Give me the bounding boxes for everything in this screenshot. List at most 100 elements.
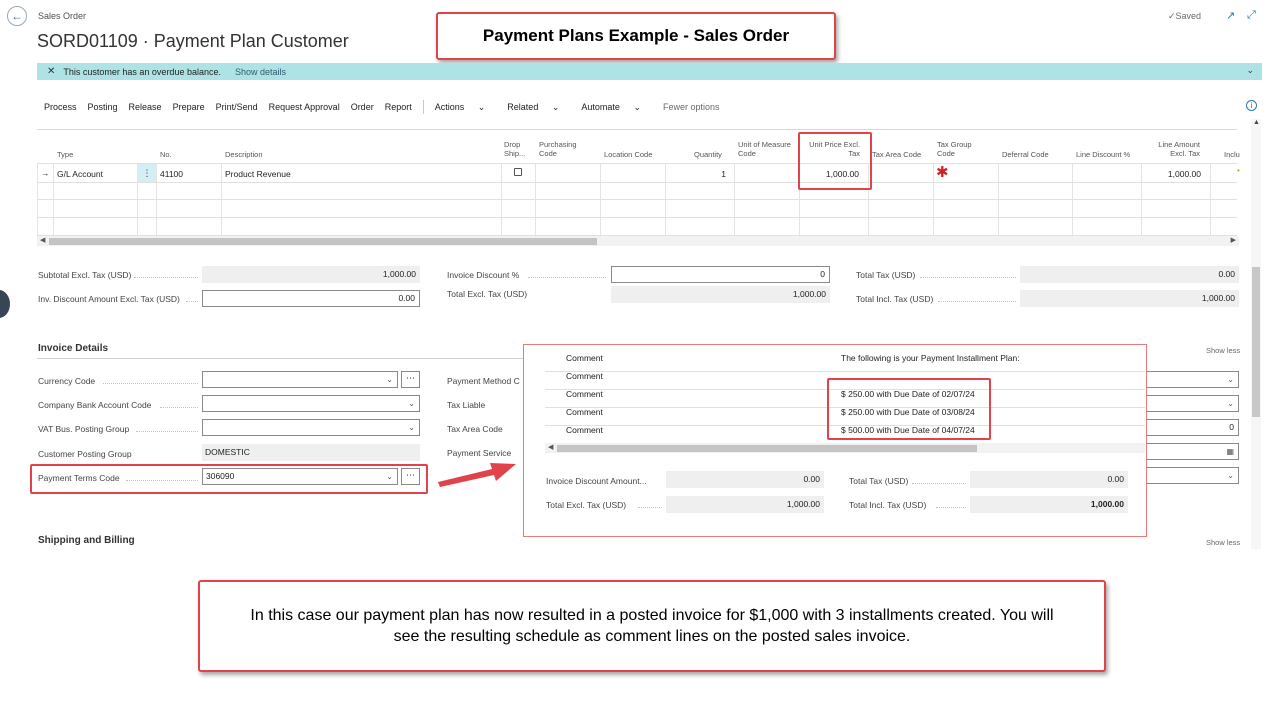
action-actions-menu[interactable]: Actions ⌄	[435, 102, 497, 113]
col-header-purchasing-code[interactable]: Purchasing Code	[539, 140, 589, 158]
action-related-menu[interactable]: Related ⌄	[507, 102, 570, 113]
vat-bus-posting-select[interactable]: ⌄	[202, 419, 420, 436]
col-header-line-amount[interactable]: Line Amount Excl. Tax	[1145, 140, 1200, 158]
currency-code-select[interactable]: ⌄	[202, 371, 398, 388]
sales-order-page: ← Sales Order SORD01109 · Payment Plan C…	[0, 0, 1280, 720]
breadcrumb[interactable]: Sales Order	[38, 11, 86, 21]
col-header-tax-group[interactable]: Tax Group Code	[937, 140, 982, 158]
col-header-description[interactable]: Description	[225, 150, 263, 159]
invoice-discount-pct-input[interactable]: 0	[611, 266, 830, 283]
line-quantity[interactable]: 1	[670, 169, 726, 179]
invoice-details-show-less[interactable]: Show less	[1206, 346, 1240, 355]
line-amount[interactable]: 1,000.00	[1145, 169, 1201, 179]
scroll-left-icon[interactable]: ◀	[40, 236, 45, 244]
scrollbar-thumb[interactable]	[557, 445, 977, 452]
scroll-left-icon[interactable]: ◀	[548, 443, 553, 451]
total-tax-value: 0.00	[1020, 266, 1239, 283]
currency-code-label: Currency Code	[38, 376, 96, 386]
checkmark-icon: ✓	[1168, 11, 1176, 21]
overlay-total-excl-value: 1,000.00	[666, 496, 824, 513]
row-selected-arrow-icon: →	[41, 168, 50, 178]
scroll-right-icon[interactable]: ▶	[1231, 236, 1236, 244]
calendar-icon[interactable]: ▦	[1226, 444, 1234, 459]
payment-service-select[interactable]: ⌄	[1140, 467, 1239, 484]
line-no[interactable]: 41100	[160, 169, 183, 179]
close-icon[interactable]: ✕	[47, 66, 55, 77]
col-header-incl[interactable]: Inclu	[1224, 150, 1240, 159]
col-header-drop-ship[interactable]: Drop Ship...	[504, 140, 534, 158]
grid-col-line	[37, 163, 38, 235]
action-separator	[422, 100, 424, 114]
tax-area-code-input[interactable]: 0	[1140, 419, 1239, 436]
chevron-down-icon: ⌄	[1227, 399, 1234, 408]
related-label: Related	[507, 101, 539, 112]
comment-row-type: Comment	[566, 407, 603, 417]
notification-message: This customer has an overdue balance.	[63, 66, 221, 77]
grid-row-line	[37, 182, 1237, 183]
total-incl-tax-label: Total Incl. Tax (USD)	[856, 294, 934, 304]
col-header-quantity[interactable]: Quantity	[694, 150, 722, 159]
dotted-leader	[936, 507, 966, 508]
fewer-options-button[interactable]: Fewer options	[663, 102, 720, 112]
scrollbar-thumb[interactable]	[1252, 267, 1260, 417]
grid-col-line	[53, 163, 54, 235]
col-header-deferral[interactable]: Deferral Code	[1002, 150, 1049, 159]
shipping-billing-title[interactable]: Shipping and Billing	[38, 535, 135, 546]
col-header-line-discount[interactable]: Line Discount %	[1076, 150, 1130, 159]
lines-horizontal-scrollbar[interactable]: ◀ ▶	[37, 236, 1239, 246]
currency-code-lookup-button[interactable]: ⋯	[401, 371, 420, 388]
grid-col-line	[998, 163, 999, 235]
col-header-type[interactable]: Type	[57, 150, 73, 159]
line-description[interactable]: Product Revenue	[225, 169, 291, 179]
col-header-tax-area[interactable]: Tax Area Code	[872, 150, 921, 159]
chevron-down-icon: ⌄	[408, 423, 415, 432]
scroll-up-icon[interactable]: ▲	[1253, 119, 1260, 126]
dotted-leader	[103, 383, 198, 384]
action-posting[interactable]: Posting	[88, 102, 118, 112]
col-header-location-code[interactable]: Location Code	[604, 150, 652, 159]
chevron-down-icon: ⌄	[1227, 375, 1234, 384]
action-automate-menu[interactable]: Automate ⌄	[581, 102, 652, 113]
overlay-total-tax-label: Total Tax (USD)	[849, 476, 909, 486]
tax-liable-select[interactable]: ⌄	[1140, 395, 1239, 412]
company-bank-select[interactable]: ⌄	[202, 395, 420, 412]
col-header-uom[interactable]: Unit of Measure Code	[738, 140, 793, 158]
col-header-no[interactable]: No.	[160, 150, 172, 159]
invoice-discount-pct-label: Invoice Discount %	[447, 270, 520, 280]
dotted-leader	[938, 301, 1016, 302]
scrollbar-thumb[interactable]	[49, 238, 597, 245]
action-prepare[interactable]: Prepare	[173, 102, 205, 112]
collapse-icon[interactable]: ⤢	[1247, 9, 1256, 22]
action-process[interactable]: Process	[44, 102, 77, 112]
total-tax-label: Total Tax (USD)	[856, 270, 916, 280]
payment-method-select[interactable]: ⌄	[1140, 371, 1239, 388]
drop-ship-checkbox[interactable]	[514, 168, 522, 176]
total-incl-tax-value: 1,000.00	[1020, 290, 1239, 307]
action-report[interactable]: Report	[385, 102, 412, 112]
comment-row-type: Comment	[566, 371, 603, 381]
inv-discount-amount-input[interactable]: 0.00	[202, 290, 420, 307]
grid-col-line	[665, 163, 666, 235]
invoice-details-title[interactable]: Invoice Details	[38, 343, 108, 354]
total-excl-tax-label: Total Excl. Tax (USD)	[447, 289, 528, 299]
dotted-leader	[528, 277, 606, 278]
shipping-show-less[interactable]: Show less	[1206, 538, 1240, 547]
row-menu-icon[interactable]: ⋮	[138, 164, 156, 182]
line-type[interactable]: G/L Account	[57, 169, 103, 179]
action-print-send[interactable]: Print/Send	[216, 102, 258, 112]
overlay-horizontal-scrollbar[interactable]: ◀	[545, 443, 1145, 453]
grid-col-line	[1072, 163, 1073, 235]
chevron-down-icon[interactable]: ⌄	[1246, 65, 1254, 76]
back-icon[interactable]: ←	[7, 6, 27, 26]
action-order[interactable]: Order	[351, 102, 374, 112]
dotted-leader	[920, 277, 1016, 278]
open-new-window-icon[interactable]: ↗	[1226, 9, 1235, 22]
info-icon[interactable]: i	[1246, 100, 1257, 111]
date-input[interactable]: ▦	[1140, 443, 1239, 460]
comment-row-type: Comment	[566, 389, 603, 399]
show-details-link[interactable]: Show details	[235, 67, 286, 77]
page-vertical-scrollbar[interactable]: ▲	[1251, 119, 1261, 549]
side-panel-handle[interactable]	[0, 290, 10, 318]
action-release[interactable]: Release	[129, 102, 162, 112]
action-request-approval[interactable]: Request Approval	[269, 102, 340, 112]
